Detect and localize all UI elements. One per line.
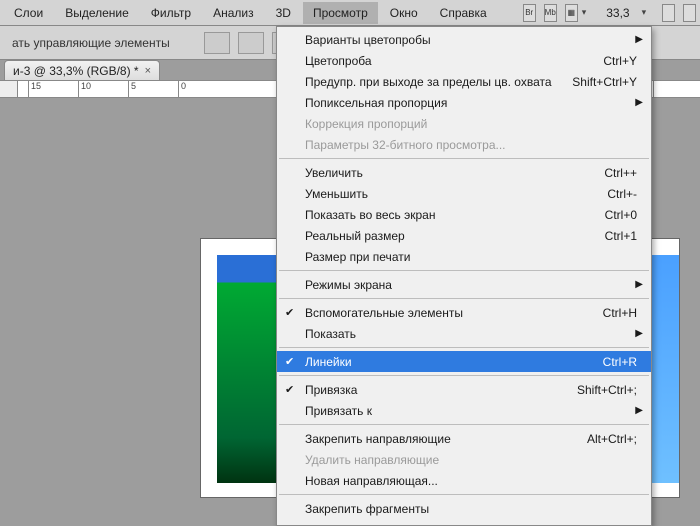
ruler-mark — [653, 81, 656, 97]
menu-item-label: Попиксельная пропорция — [305, 96, 637, 110]
close-icon[interactable]: × — [145, 65, 151, 77]
image-content-left — [217, 255, 279, 483]
menu-item-label: Параметры 32-битного просмотра... — [305, 138, 637, 152]
menu-item-label: Вспомогательные элементы — [305, 306, 603, 320]
menu-item[interactable]: Попиксельная пропорция▶ — [277, 92, 651, 113]
submenu-arrow-icon: ▶ — [635, 328, 643, 339]
menu-item-shortcut: Ctrl++ — [604, 166, 637, 180]
menu-item-label: Размер при печати — [305, 250, 637, 264]
submenu-arrow-icon: ▶ — [635, 34, 643, 45]
check-icon: ✔ — [285, 355, 294, 368]
menu-item-label: Закрепить фрагменты — [305, 502, 637, 516]
menu-select[interactable]: Выделение — [55, 2, 139, 24]
align-button-2[interactable] — [238, 32, 264, 54]
document-tab-title: и-3 @ 33,3% (RGB/8) * — [13, 64, 139, 78]
menu-item[interactable]: Показать▶ — [277, 323, 651, 344]
menu-item-shortcut: Ctrl+Y — [603, 54, 637, 68]
minibridge-icon[interactable]: Mb — [544, 4, 557, 22]
menu-window[interactable]: Окно — [380, 2, 428, 24]
view-menu-dropdown: Варианты цветопробы▶ЦветопробаCtrl+YПред… — [276, 26, 652, 526]
menu-item-label: Привязать к — [305, 404, 637, 418]
menu-item: Параметры 32-битного просмотра... — [277, 134, 651, 155]
check-icon: ✔ — [285, 383, 294, 396]
menu-item: Удалить направляющие — [277, 449, 651, 470]
menu-item-shortcut: Alt+Ctrl+; — [587, 432, 637, 446]
chevron-down-icon[interactable]: ▾ — [582, 7, 587, 18]
menu-item[interactable]: Режимы экрана▶ — [277, 274, 651, 295]
menu-item-shortcut: Ctrl+1 — [605, 229, 637, 243]
submenu-arrow-icon: ▶ — [635, 97, 643, 108]
menu-item-label: Привязка — [305, 383, 577, 397]
menu-item[interactable]: ЦветопробаCtrl+Y — [277, 50, 651, 71]
menu-item-label: Увеличить — [305, 166, 604, 180]
menu-analysis[interactable]: Анализ — [203, 2, 264, 24]
menu-item-label: Уменьшить — [305, 187, 607, 201]
menu-item[interactable]: Показать во весь экранCtrl+0 — [277, 204, 651, 225]
check-icon: ✔ — [285, 306, 294, 319]
menu-item-label: Линейки — [305, 355, 603, 369]
menu-item-shortcut: Ctrl+0 — [605, 208, 637, 222]
menu-item-label: Предупр. при выходе за пределы цв. охват… — [305, 75, 572, 89]
ruler-mark: 15 — [28, 81, 41, 97]
submenu-arrow-icon: ▶ — [635, 279, 643, 290]
menu-item-shortcut: Shift+Ctrl+; — [577, 383, 637, 397]
menu-item[interactable]: Закрепить направляющиеAlt+Ctrl+; — [277, 428, 651, 449]
menu-item-shortcut: Shift+Ctrl+Y — [572, 75, 637, 89]
menu-item-label: Новая направляющая... — [305, 474, 637, 488]
ruler-mark: 10 — [78, 81, 91, 97]
bridge-icon[interactable]: Br — [523, 4, 536, 22]
menu-item-shortcut: Ctrl+H — [603, 306, 637, 320]
grid-icon[interactable]: ▦ — [565, 4, 578, 22]
menu-item[interactable]: ✔ ПривязкаShift+Ctrl+; — [277, 379, 651, 400]
menu-item: Коррекция пропорций — [277, 113, 651, 134]
menu-item-label: Показать — [305, 327, 637, 341]
menu-item[interactable]: ✔ Вспомогательные элементыCtrl+H — [277, 302, 651, 323]
ruler-mark: 0 — [178, 81, 186, 97]
document-tab[interactable]: и-3 @ 33,3% (RGB/8) * × — [4, 60, 160, 80]
menu-item-label: Закрепить направляющие — [305, 432, 587, 446]
align-button-1[interactable] — [204, 32, 230, 54]
menu-3d[interactable]: 3D — [266, 2, 301, 24]
menu-item-shortcut: Ctrl+R — [603, 355, 637, 369]
zoom-level[interactable]: 33,3 — [598, 4, 637, 22]
chevron-down-icon[interactable]: ▾ — [642, 7, 647, 18]
menu-item[interactable]: Предупр. при выходе за пределы цв. охват… — [277, 71, 651, 92]
menu-item-label: Варианты цветопробы — [305, 33, 637, 47]
menu-item-shortcut: Ctrl+- — [607, 187, 637, 201]
menu-item[interactable]: Размер при печати — [277, 246, 651, 267]
ruler-mark: 5 — [128, 81, 136, 97]
menu-item-label: Режимы экрана — [305, 278, 637, 292]
menubar: Слои Выделение Фильтр Анализ 3D Просмотр… — [0, 0, 700, 26]
menu-item-label: Показать во весь экран — [305, 208, 605, 222]
menu-layers[interactable]: Слои — [4, 2, 53, 24]
menu-item-label: Реальный размер — [305, 229, 605, 243]
menu-item-label: Коррекция пропорций — [305, 117, 637, 131]
menu-item[interactable]: Варианты цветопробы▶ — [277, 29, 651, 50]
menu-filter[interactable]: Фильтр — [141, 2, 201, 24]
submenu-arrow-icon: ▶ — [635, 405, 643, 416]
menu-item[interactable]: УвеличитьCtrl++ — [277, 162, 651, 183]
menu-item[interactable]: Привязать к▶ — [277, 400, 651, 421]
menu-item[interactable]: Закрепить фрагменты — [277, 498, 651, 519]
menu-item[interactable]: УменьшитьCtrl+- — [277, 183, 651, 204]
screen-mode-icon[interactable] — [662, 4, 675, 22]
screen-mode-icon-2[interactable] — [683, 4, 696, 22]
menu-item[interactable]: Новая направляющая... — [277, 470, 651, 491]
ruler-corner — [0, 81, 18, 97]
menu-item-label: Удалить направляющие — [305, 453, 637, 467]
menu-help[interactable]: Справка — [430, 2, 497, 24]
menu-item[interactable]: ✔ ЛинейкиCtrl+R — [277, 351, 651, 372]
menu-item-label: Цветопроба — [305, 54, 603, 68]
menu-item[interactable]: Реальный размерCtrl+1 — [277, 225, 651, 246]
options-label: ать управляющие элементы — [6, 36, 176, 50]
menu-view[interactable]: Просмотр — [303, 2, 378, 24]
